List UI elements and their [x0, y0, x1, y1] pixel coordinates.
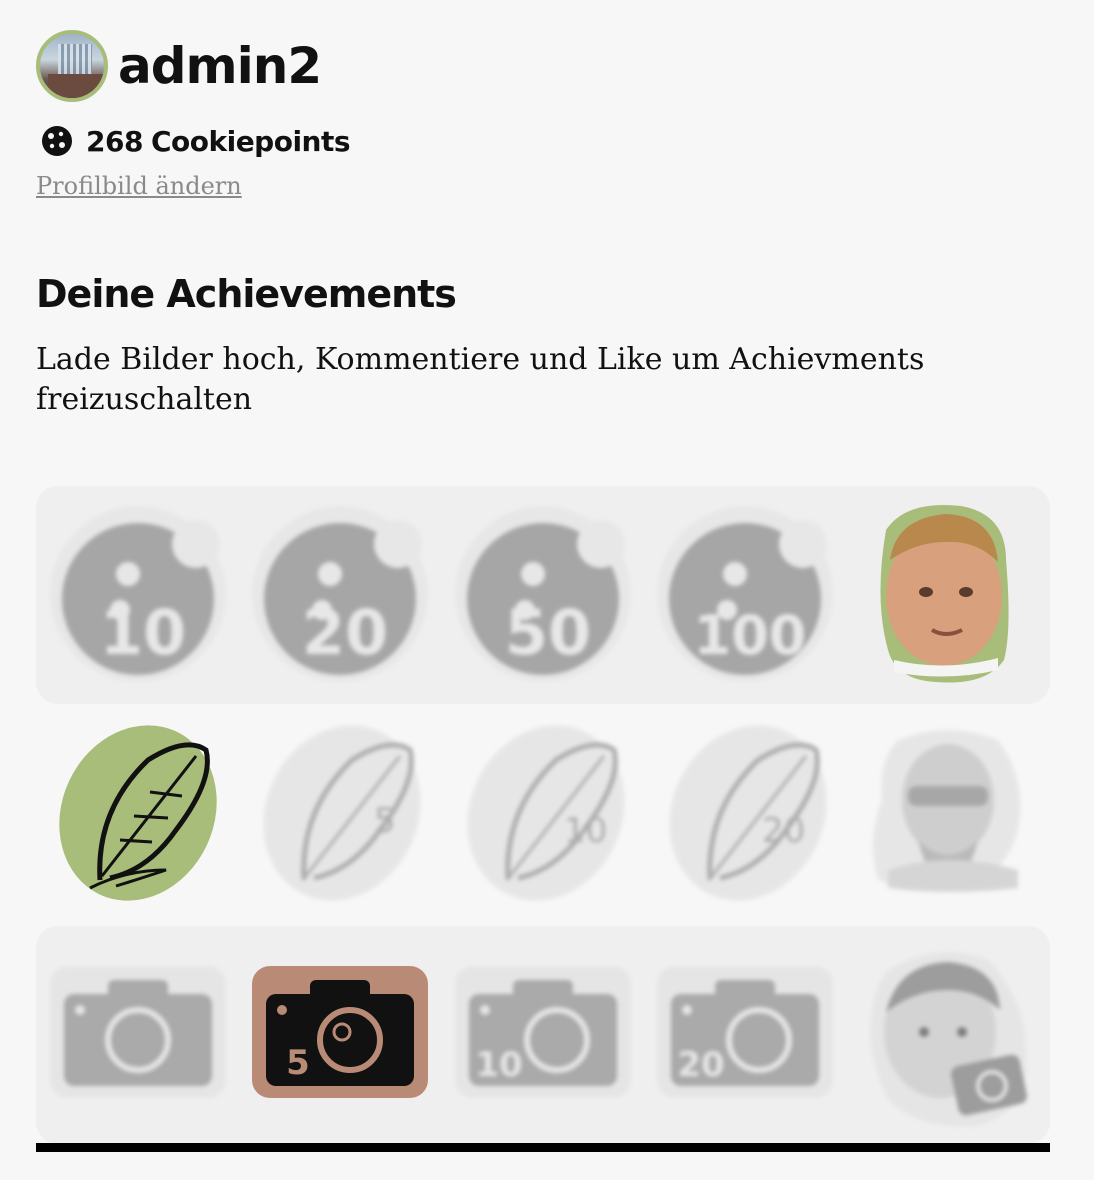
quill-badge-number: 10 [564, 811, 607, 851]
achievement-row-cookies: 10 20 50 100 [36, 486, 1050, 704]
quill-badge-10[interactable]: 10 [464, 720, 628, 906]
cookie-badge-number: 10 [100, 596, 186, 669]
profile-header: admin2 [36, 30, 322, 102]
achievements-description: Lade Bilder hoch, Kommentiere und Like u… [36, 342, 925, 417]
cookie-badge-50[interactable]: 50 [453, 504, 633, 684]
camera-badge-5[interactable]: 5 [250, 964, 430, 1100]
avatar[interactable] [36, 30, 108, 102]
cookie-icon [42, 126, 72, 156]
camera-badge-number: 5 [286, 1043, 310, 1083]
kid-camera-badge[interactable] [858, 940, 1038, 1130]
camera-badge-1[interactable] [48, 964, 228, 1100]
cookie-badge-10[interactable]: 10 [48, 504, 228, 684]
cookie-badge-number: 20 [302, 596, 388, 669]
cookiepoints: 268 Cookiepoints [40, 124, 351, 158]
cookie-badge-number: 100 [694, 604, 807, 667]
camera-badge-10[interactable]: 10 [453, 964, 633, 1100]
camera-badge-20[interactable]: 20 [655, 964, 835, 1100]
cookiepoints-label: Cookiepoints [150, 124, 351, 158]
achievement-row-uploads: 5 10 20 [36, 926, 1050, 1144]
username: admin2 [118, 37, 322, 95]
change-profile-picture-link[interactable]: Profilbild ändern [36, 172, 242, 200]
poet-face-badge[interactable] [858, 720, 1038, 900]
cookie-badge-100[interactable]: 100 [655, 504, 835, 684]
cookiepoints-value: 268 [86, 124, 143, 158]
quill-badge-20[interactable]: 20 [666, 720, 830, 906]
achievement-row-comments: 5 10 20 [36, 706, 1050, 924]
cookie-badge-number: 50 [505, 596, 591, 669]
bottom-divider [36, 1143, 1050, 1152]
cookie-badge-20[interactable]: 20 [250, 504, 430, 684]
achievements-title: Deine Achievements [36, 272, 457, 316]
camera-badge-number: 10 [475, 1045, 522, 1085]
camera-badge-number: 20 [677, 1045, 724, 1085]
quill-badge-number: 5 [374, 801, 396, 841]
quill-badge-unlocked[interactable] [56, 720, 220, 906]
quill-badge-number: 20 [762, 811, 805, 851]
chef-face-badge[interactable] [866, 500, 1016, 686]
quill-badge-5[interactable]: 5 [260, 720, 424, 906]
